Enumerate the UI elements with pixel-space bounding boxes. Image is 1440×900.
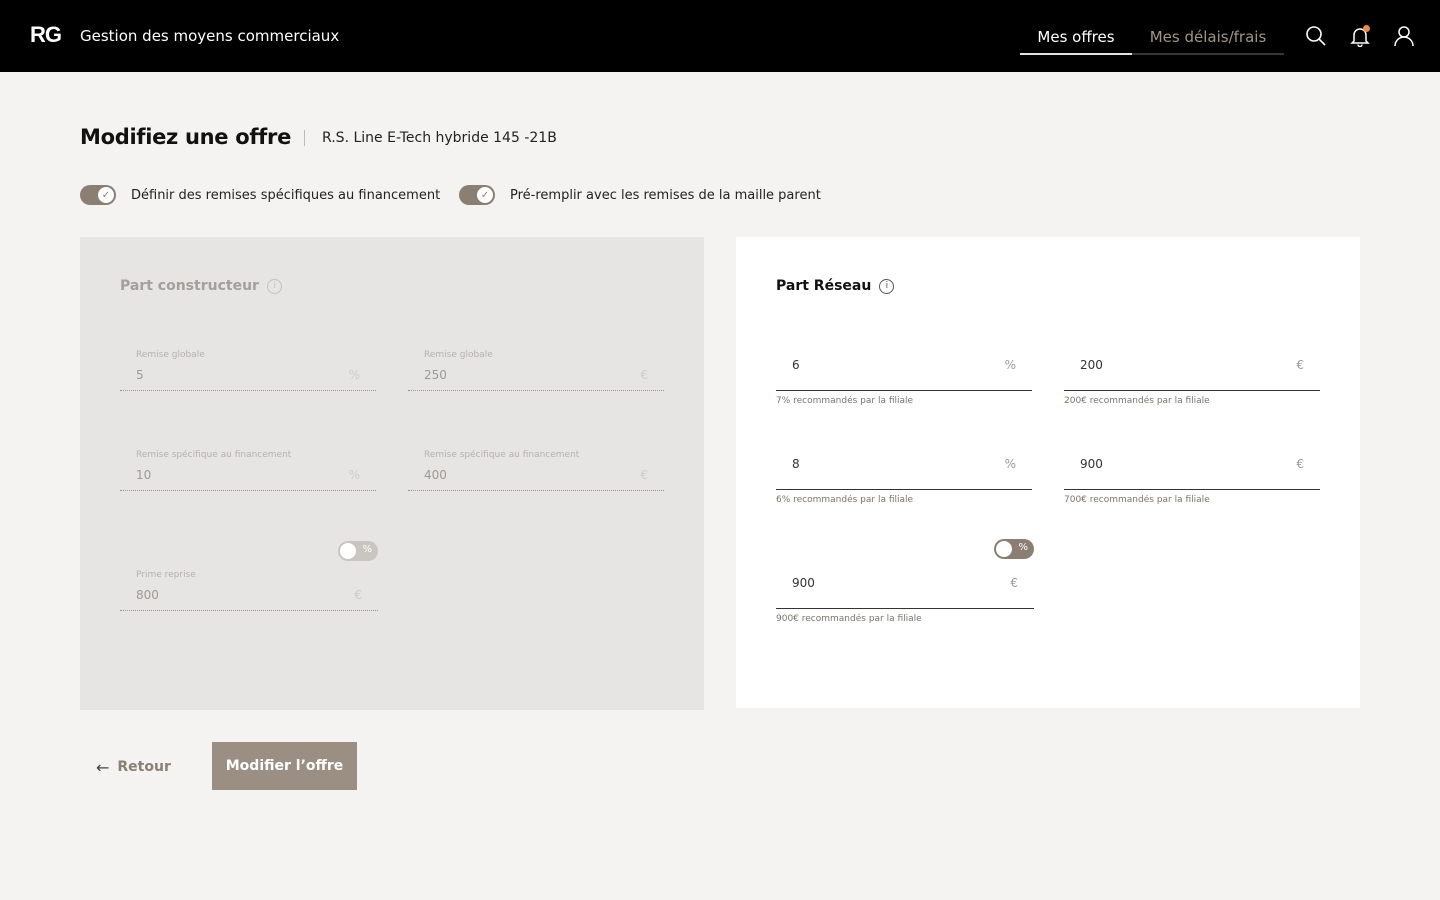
- field-value[interactable]: 900: [792, 576, 815, 590]
- field-label: Remise spécifique au financement: [136, 450, 292, 460]
- top-bar: RG Gestion des moyens commerciaux Mes of…: [0, 0, 1440, 72]
- field-value: 400: [424, 468, 447, 482]
- panel-title: Part Réseau i: [776, 278, 895, 294]
- field-label: Remise globale: [136, 350, 205, 360]
- field-value: 250: [424, 368, 447, 382]
- field-unit: %: [1004, 457, 1016, 471]
- search-icon[interactable]: [1305, 25, 1327, 47]
- tab-mes-offres[interactable]: Mes offres: [1020, 22, 1132, 55]
- logo[interactable]: RG: [30, 22, 62, 48]
- field-unit: €: [1010, 576, 1018, 590]
- field-hint: 900€ recommandés par la filiale: [776, 614, 922, 624]
- field-value: 10: [136, 468, 152, 482]
- reseau-financement-eur-input[interactable]: 900 €: [1064, 436, 1320, 490]
- title-separator: [304, 130, 305, 146]
- field-unit: %: [348, 468, 360, 482]
- tab-mes-delais-frais[interactable]: Mes délais/frais: [1132, 22, 1284, 55]
- back-button[interactable]: ← Retour: [96, 757, 171, 777]
- field-value[interactable]: 900: [1080, 457, 1103, 471]
- reseau-prime-reprise-input[interactable]: 900 €: [776, 555, 1034, 609]
- field-label: Remise spécifique au financement: [424, 450, 580, 460]
- reseau-remise-eur-input[interactable]: 200 €: [1064, 337, 1320, 391]
- field-hint: 200€ recommandés par la filiale: [1064, 396, 1210, 406]
- toggle-pct-label: %: [1018, 542, 1028, 553]
- check-icon: ✓: [98, 187, 114, 203]
- field-unit: %: [1004, 358, 1016, 372]
- field-value[interactable]: 200: [1080, 358, 1103, 372]
- toggle-financement-label: Définir des remises spécifiques au finan…: [131, 187, 441, 203]
- panel-part-reseau: Part Réseau i 6 % 7% recommandés par la …: [736, 237, 1360, 708]
- field-value: 800: [136, 588, 159, 602]
- field-label: Remise globale: [424, 350, 493, 360]
- remise-financement-eur-field: Remise spécifique au financement 400 €: [408, 437, 664, 491]
- panel-part-constructeur: Part constructeur i Remise globale 5 % R…: [80, 237, 704, 710]
- info-icon[interactable]: i: [879, 278, 895, 294]
- field-unit: €: [354, 588, 362, 602]
- field-unit: €: [640, 468, 648, 482]
- modify-offer-button[interactable]: Modifier l’offre: [212, 742, 357, 790]
- remise-globale-eur-field: Remise globale 250 €: [408, 337, 664, 391]
- reseau-financement-pct-input[interactable]: 8 %: [776, 436, 1032, 490]
- toggle-pct-label: %: [362, 544, 372, 555]
- field-unit: €: [640, 368, 648, 382]
- offer-name: R.S. Line E-Tech hybride 145 -21B: [322, 130, 557, 146]
- field-label: Prime reprise: [136, 570, 196, 580]
- main-nav: Mes offres Mes délais/frais: [1020, 22, 1284, 55]
- check-icon: ✓: [477, 187, 493, 203]
- panel-title-text: Part Réseau: [776, 278, 872, 294]
- field-unit: %: [348, 368, 360, 382]
- toggle-financement-row: ✓ Définir des remises spécifiques au fin…: [80, 185, 440, 205]
- field-hint: 6% recommandés par la filiale: [776, 495, 914, 505]
- toggle-prefill-row: ✓ Pré-remplir avec les remises de la mai…: [459, 185, 821, 205]
- arrow-left-icon: ←: [96, 757, 110, 777]
- bell-icon[interactable]: [1349, 25, 1371, 47]
- reseau-remise-pct-input[interactable]: 6 %: [776, 337, 1032, 391]
- panel-title-text: Part constructeur: [120, 278, 259, 294]
- info-icon[interactable]: i: [266, 278, 282, 294]
- prime-reprise-field: Prime reprise 800 €: [120, 557, 378, 611]
- remise-financement-pct-field: Remise spécifique au financement 10 %: [120, 437, 376, 491]
- field-unit: €: [1296, 457, 1304, 471]
- field-value: 5: [136, 368, 144, 382]
- remise-globale-pct-field: Remise globale 5 %: [120, 337, 376, 391]
- field-value[interactable]: 8: [792, 457, 800, 471]
- back-button-label: Retour: [117, 759, 171, 775]
- panel-title: Part constructeur i: [120, 278, 282, 294]
- notification-dot: [1363, 25, 1370, 32]
- page-title: Modifiez une offre: [80, 125, 292, 149]
- toggle-prefill-label: Pré-remplir avec les remises de la maill…: [510, 187, 821, 203]
- app-title: Gestion des moyens commerciaux: [80, 27, 340, 45]
- field-value[interactable]: 6: [792, 358, 800, 372]
- toggle-financement[interactable]: ✓: [80, 185, 116, 205]
- field-hint: 7% recommandés par la filiale: [776, 396, 914, 406]
- field-unit: €: [1296, 358, 1304, 372]
- toggle-prefill[interactable]: ✓: [459, 185, 495, 205]
- user-icon[interactable]: [1393, 25, 1415, 47]
- field-hint: 700€ recommandés par la filiale: [1064, 495, 1210, 505]
